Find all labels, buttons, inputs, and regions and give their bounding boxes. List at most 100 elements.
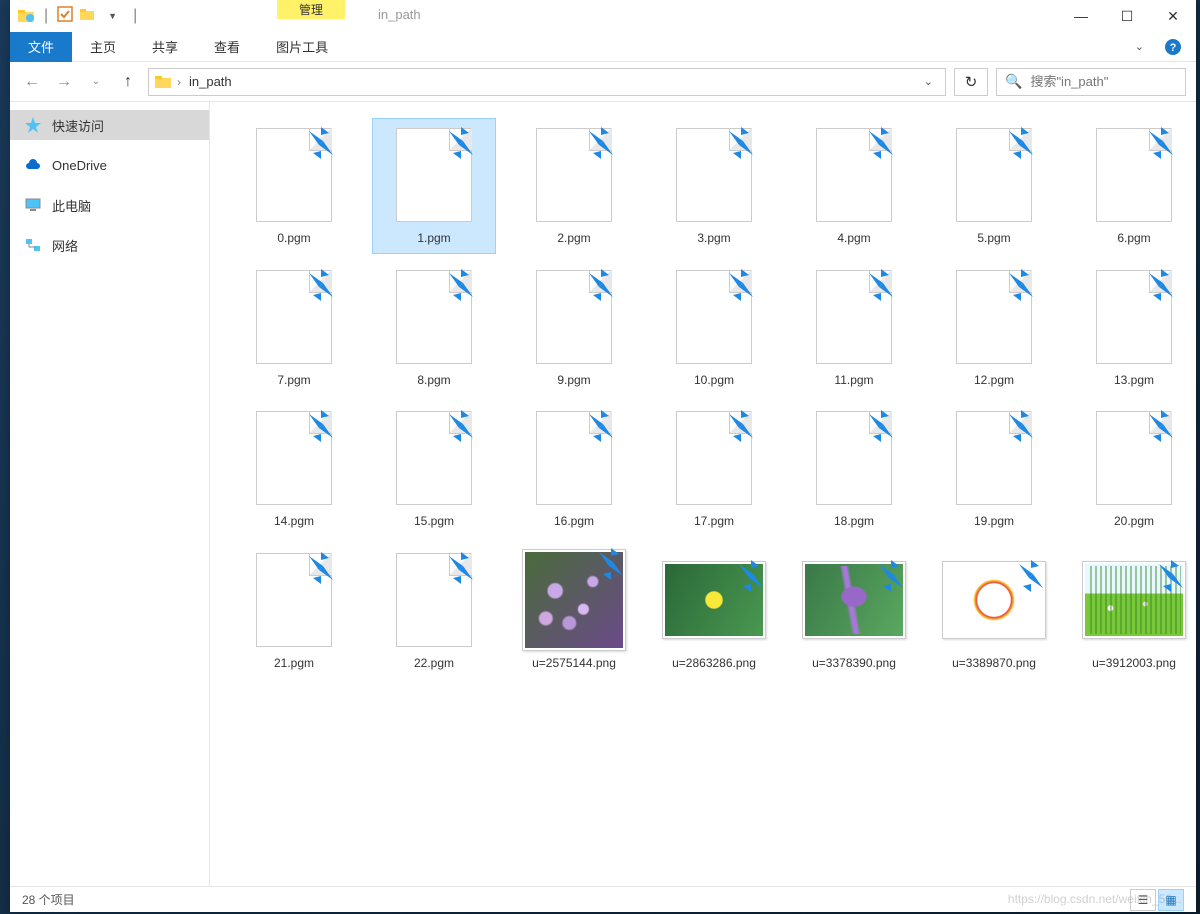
- file-label: u=3378390.png: [812, 656, 896, 672]
- file-item[interactable]: 7.pgm: [232, 260, 356, 396]
- sidebar-item-pc[interactable]: 此电脑: [10, 190, 209, 220]
- nav-forward-button[interactable]: →: [52, 70, 76, 94]
- contextual-tab-manage[interactable]: 管理: [277, 0, 345, 32]
- qat-checkbox-icon[interactable]: [56, 5, 74, 28]
- image-thumbnail: [522, 549, 626, 651]
- file-item[interactable]: 4.pgm: [792, 118, 916, 254]
- file-thumbnail: [242, 406, 346, 510]
- file-item[interactable]: 21.pgm: [232, 543, 356, 679]
- file-thumbnail: [382, 265, 486, 369]
- file-item[interactable]: 14.pgm: [232, 401, 356, 537]
- ribbon-tab-share[interactable]: 共享: [134, 32, 196, 62]
- file-label: u=3389870.png: [952, 656, 1036, 672]
- file-label: 8.pgm: [417, 373, 450, 389]
- minimize-button[interactable]: ―: [1058, 0, 1104, 32]
- image-thumbnail: [802, 561, 906, 639]
- file-item[interactable]: 11.pgm: [792, 260, 916, 396]
- nav-back-button[interactable]: ←: [20, 70, 44, 94]
- file-label: 7.pgm: [277, 373, 310, 389]
- refresh-button[interactable]: ↻: [954, 68, 988, 96]
- file-item[interactable]: 8.pgm: [372, 260, 496, 396]
- ribbon-tabs: 文件 主页 共享 查看 图片工具 ⌄ ?: [10, 32, 1196, 62]
- manage-label: 管理: [277, 0, 345, 19]
- file-item[interactable]: 12.pgm: [932, 260, 1056, 396]
- address-history-dropdown[interactable]: ⌄: [916, 75, 941, 88]
- file-thumbnail: [1082, 406, 1186, 510]
- separator: |: [129, 7, 141, 25]
- sync-overlay-icon: [871, 556, 911, 601]
- maximize-button[interactable]: ☐: [1104, 0, 1150, 32]
- file-item[interactable]: u=3389870.png: [932, 543, 1056, 679]
- qat-folder-icon[interactable]: [78, 5, 96, 28]
- file-thumbnail: [1082, 265, 1186, 369]
- cloud-icon: [24, 156, 42, 174]
- title-bar: | ▼ | 管理 in_path ― ☐ ✕: [10, 0, 1196, 32]
- close-button[interactable]: ✕: [1150, 0, 1196, 32]
- file-item[interactable]: 0.pgm: [232, 118, 356, 254]
- ribbon-tab-view[interactable]: 查看: [196, 32, 258, 62]
- file-item[interactable]: 3.pgm: [652, 118, 776, 254]
- pc-icon: [24, 196, 42, 214]
- quick-access-toolbar: | ▼ |: [10, 5, 147, 28]
- nav-recent-dropdown[interactable]: ⌄: [84, 70, 108, 94]
- file-item[interactable]: 16.pgm: [512, 401, 636, 537]
- sidebar-item-network[interactable]: 网络: [10, 230, 209, 260]
- status-item-count: 28 个项目: [22, 891, 75, 908]
- file-item[interactable]: 2.pgm: [512, 118, 636, 254]
- file-label: 13.pgm: [1114, 373, 1154, 389]
- file-label: u=2575144.png: [532, 656, 616, 672]
- file-item[interactable]: u=3378390.png: [792, 543, 916, 679]
- ribbon-tab-home[interactable]: 主页: [72, 32, 134, 62]
- qat-dropdown-icon[interactable]: ▼: [100, 11, 125, 21]
- file-item[interactable]: 17.pgm: [652, 401, 776, 537]
- help-button[interactable]: ?: [1154, 38, 1196, 56]
- file-label: 22.pgm: [414, 656, 454, 672]
- pgm-file-icon: [956, 270, 1032, 364]
- file-thumbnail: [802, 265, 906, 369]
- sidebar-item-cloud[interactable]: OneDrive: [10, 150, 209, 180]
- watermark: https://blog.csdn.net/weixin_50...: [1008, 892, 1182, 906]
- pgm-file-icon: [396, 553, 472, 647]
- sidebar-item-star[interactable]: 快速访问: [10, 110, 209, 140]
- file-item[interactable]: 18.pgm: [792, 401, 916, 537]
- ribbon-collapse[interactable]: ⌄: [1125, 40, 1154, 53]
- app-icon: [16, 6, 36, 26]
- image-thumbnail: [1082, 561, 1186, 639]
- file-item[interactable]: u=3912003.png: [1072, 543, 1196, 679]
- sync-overlay-icon: [581, 265, 621, 310]
- ribbon-tab-picture-tools[interactable]: 图片工具: [258, 32, 346, 62]
- sync-overlay-icon: [721, 123, 761, 168]
- file-label: 16.pgm: [554, 514, 594, 530]
- search-box[interactable]: 🔍: [996, 68, 1186, 96]
- file-item[interactable]: 6.pgm: [1072, 118, 1196, 254]
- pgm-file-icon: [396, 128, 472, 222]
- file-item[interactable]: 9.pgm: [512, 260, 636, 396]
- breadcrumb-current[interactable]: in_path: [185, 74, 236, 89]
- file-label: 5.pgm: [977, 231, 1010, 247]
- file-item[interactable]: 15.pgm: [372, 401, 496, 537]
- file-item[interactable]: 10.pgm: [652, 260, 776, 396]
- file-pane[interactable]: 0.pgm1.pgm2.pgm3.pgm 4.pgm 5.pgm 6.pgm 7.pgm…: [210, 102, 1196, 886]
- breadcrumb-separator-icon[interactable]: ›: [177, 75, 181, 89]
- file-item[interactable]: 13.pgm: [1072, 260, 1196, 396]
- pgm-file-icon: [1096, 128, 1172, 222]
- sync-overlay-icon: [1151, 556, 1191, 601]
- address-box[interactable]: › in_path ⌄: [148, 68, 946, 96]
- pgm-file-icon: [536, 411, 612, 505]
- file-item[interactable]: 20.pgm: [1072, 401, 1196, 537]
- file-item[interactable]: 1.pgm: [372, 118, 496, 254]
- file-item[interactable]: 22.pgm: [372, 543, 496, 679]
- file-item[interactable]: 5.pgm: [932, 118, 1056, 254]
- file-item[interactable]: u=2863286.png: [652, 543, 776, 679]
- file-item[interactable]: 19.pgm: [932, 401, 1056, 537]
- file-label: 4.pgm: [837, 231, 870, 247]
- file-label: 11.pgm: [834, 373, 873, 389]
- file-thumbnail: [1082, 123, 1186, 227]
- sync-overlay-icon: [731, 556, 771, 601]
- file-item[interactable]: u=2575144.png: [512, 543, 636, 679]
- nav-up-button[interactable]: ↑: [116, 70, 140, 94]
- file-tab[interactable]: 文件: [10, 32, 72, 62]
- search-input[interactable]: [1030, 74, 1200, 89]
- separator: |: [40, 7, 52, 25]
- pgm-file-icon: [396, 270, 472, 364]
